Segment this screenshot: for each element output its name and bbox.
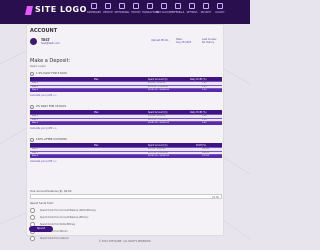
referrals-icon (175, 3, 181, 9)
cell-plan: Plan 3 (32, 155, 39, 158)
plan-name-3: 150% AFTER 24 HOURS (36, 138, 67, 141)
plan-radio-3[interactable] (30, 138, 34, 142)
spend-from-label: Spend funds from: (30, 202, 54, 205)
table-row: Plan 3 $1001.00 - $5000.00 170.00 (30, 154, 222, 158)
deposit-icon (105, 3, 111, 9)
logo-mark-icon (25, 6, 33, 15)
cell-amount: $1001.00 - $5000.00 (148, 155, 170, 158)
table-row: Plan 3 $1001.00 - $5000.00 3.00 (30, 121, 222, 125)
cell-profit: 170.00 (202, 155, 209, 158)
plan-radio-2[interactable] (30, 105, 34, 109)
settings-icon (189, 3, 195, 9)
cell-amount: $1001.00 - $5000.00 (148, 89, 170, 92)
deposit-title: Make a Deposit: (30, 58, 71, 64)
processor-label: Spend funds from Account Balance (Bitcoi… (40, 215, 89, 219)
account-email[interactable]: test@test.com (41, 42, 60, 45)
logout-icon (217, 3, 223, 9)
plan-name-1: 1.5% DAILY FOR 5 DAYS (36, 72, 67, 75)
account-meta-right: Last Access: No history (202, 38, 217, 44)
processor-radio[interactable] (30, 208, 35, 213)
section-title-account: ACCOUNT (30, 28, 58, 34)
balance-label: Your account balance ($): $0.00 (30, 190, 71, 193)
meta-access-value: No history (202, 41, 215, 44)
history-icon (133, 3, 139, 9)
calculate-profit-link[interactable]: Calculate your profit >> (30, 94, 57, 97)
account-icon (161, 3, 167, 9)
security-icon (203, 3, 209, 9)
upload-photo-link[interactable]: Upload Photo (151, 39, 168, 42)
plan-table-1: Plan Spent Amount ($) Daily Profit (%) P… (30, 77, 222, 92)
plan-name-2: 2% DAILY FOR 10 DAYS (36, 105, 66, 108)
plan-table-3: Plan Spent Amount ($) Profit (%) Plan 1 $… (30, 143, 222, 158)
balance-value: $0.00 (63, 190, 72, 193)
plan-table-2: Plan Spent Amount ($) Daily Profit (%) P… (30, 110, 222, 125)
transactions-icon (147, 3, 153, 9)
account-summary: TEST test@test.com Upload Photo Date: Au… (30, 37, 222, 53)
table-row: Plan 3 $1001.00 - $5000.00 2.50 (30, 88, 222, 92)
footer-copyright: © 2023 SITE NAME. ALL RIGHTS RESERVED. (98, 240, 152, 243)
withdraw-icon (119, 3, 125, 9)
top-navigation-bar: SITE LOGO DASHBOARD DEPOSIT WITHDRAWAL H… (0, 0, 250, 24)
processor-label: Spend funds from Account Balance (Perfec… (40, 208, 96, 212)
select-plan-label: Select a plan: (30, 65, 47, 68)
list-item[interactable]: Spend funds from Account Balance (Perfec… (30, 208, 150, 213)
cell-profit: 3.00 (202, 122, 207, 125)
amount-input-value: 10.00 (212, 195, 219, 199)
cell-plan: Plan 3 (32, 89, 39, 92)
list-item[interactable]: Spend funds from Account Balance (Bitcoi… (30, 215, 150, 220)
cell-amount: $1001.00 - $5000.00 (148, 122, 170, 125)
account-meta-left: Date: Aug 18 2023 (176, 38, 191, 44)
logo-text: SITE LOGO (35, 5, 87, 14)
avatar (30, 38, 37, 45)
amount-input[interactable]: 10.00 (30, 194, 222, 199)
balance-label-text: Your account balance ($): (30, 190, 64, 193)
calculate-profit-link[interactable]: Calculate your profit >> (30, 127, 57, 130)
cell-plan: Plan 3 (32, 122, 39, 125)
cell-profit: 2.50 (202, 89, 207, 92)
nav-item-logout[interactable]: LOGOUT (212, 3, 228, 14)
spend-submit-button[interactable]: Spend (29, 226, 53, 232)
dashboard-icon (91, 3, 97, 9)
meta-date-value: Aug 18 2023 (176, 41, 192, 44)
calculate-profit-link[interactable]: Calculate your profit >> (30, 160, 57, 163)
account-card: ACCOUNT TEST test@test.com Upload Photo … (26, 24, 224, 241)
processor-radio[interactable] (30, 215, 35, 220)
plan-radio-1[interactable] (30, 72, 34, 76)
